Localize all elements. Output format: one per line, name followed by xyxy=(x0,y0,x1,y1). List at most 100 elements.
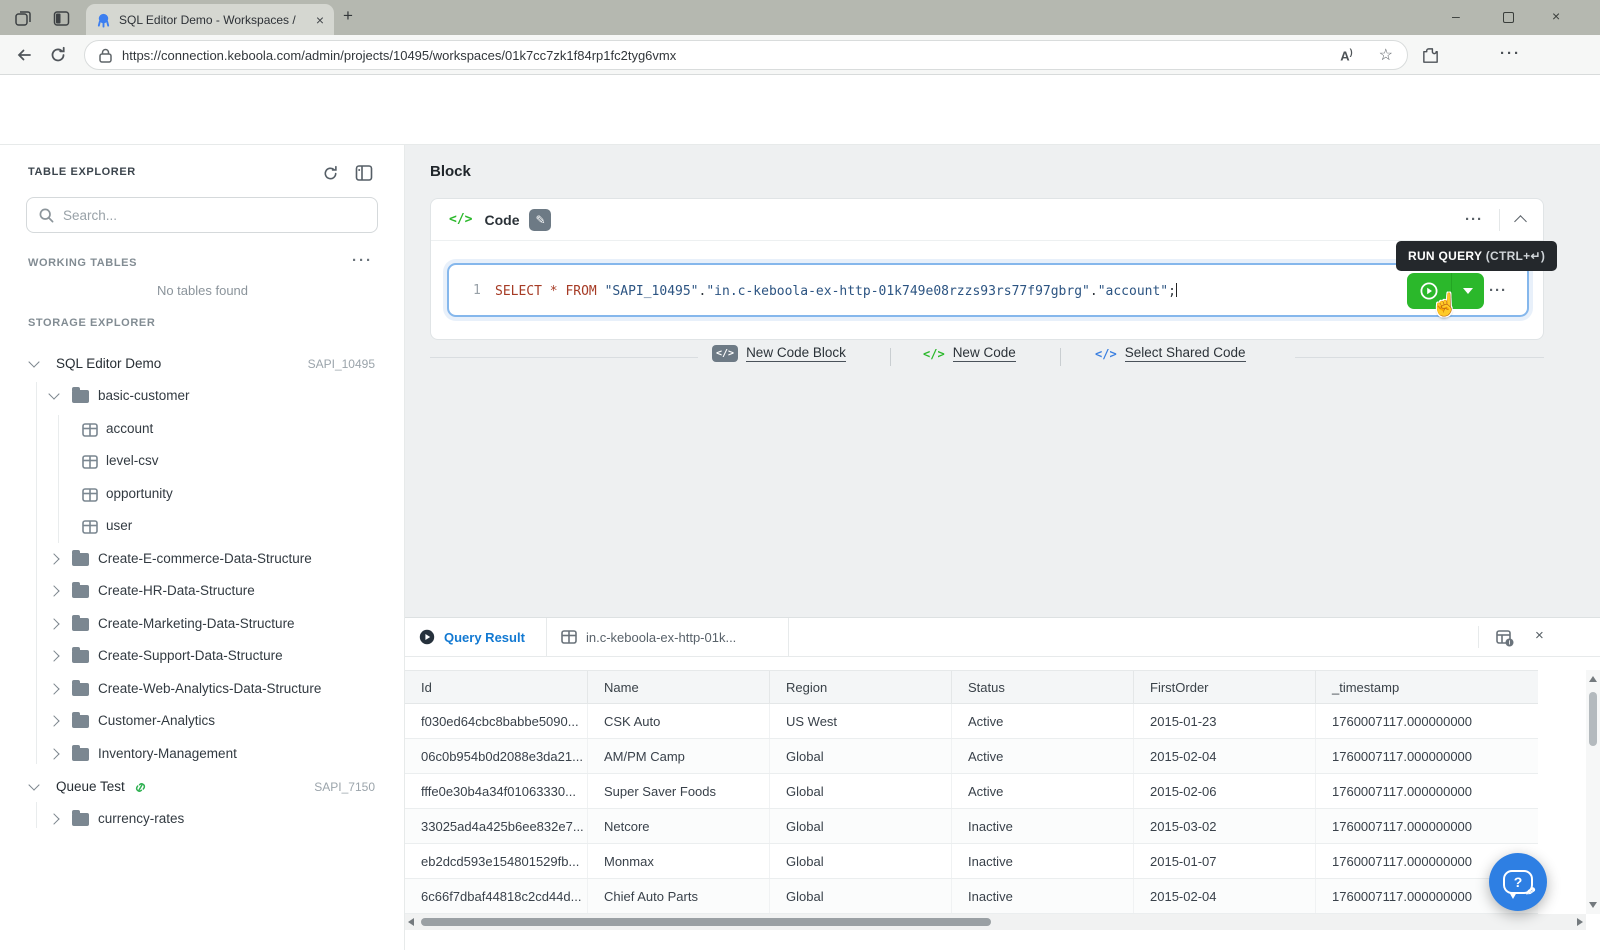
refresh-button[interactable] xyxy=(46,43,70,67)
chevron-down-icon[interactable] xyxy=(28,779,39,790)
column-header[interactable]: _timestamp xyxy=(1316,671,1538,703)
chevron-down-icon[interactable] xyxy=(48,388,59,399)
sql-code-line[interactable]: SELECT * FROM "SAPI_10495"."in.c-keboola… xyxy=(495,283,1177,299)
line-number: 1 xyxy=(473,283,481,298)
code-block-title: Code xyxy=(484,212,519,228)
chevron-right-icon[interactable] xyxy=(48,715,59,726)
table-row[interactable]: 06c0b954b0d2088e3da21...AM/PM CampGlobal… xyxy=(405,739,1538,774)
sql-editor[interactable]: 1 SELECT * FROM "SAPI_10495"."in.c-keboo… xyxy=(447,263,1529,317)
working-tables-menu-icon[interactable]: ··· xyxy=(352,252,373,269)
search-box[interactable] xyxy=(26,197,378,233)
chevron-right-icon[interactable] xyxy=(48,618,59,629)
help-chat-button[interactable]: ? ✎ xyxy=(1489,853,1547,911)
scroll-left-arrow[interactable] xyxy=(408,918,414,926)
column-header[interactable]: Name xyxy=(588,671,770,703)
tree-item-folder[interactable]: basic-customer xyxy=(0,380,405,412)
tree-item-folder[interactable]: Inventory-Management xyxy=(0,738,405,770)
table-row[interactable]: eb2dcd593e154801529fb...MonmaxGlobalInac… xyxy=(405,844,1538,879)
tree-item-table[interactable]: account xyxy=(0,413,405,445)
window-close-button[interactable]: × xyxy=(1552,8,1560,24)
tab-title: SQL Editor Demo - Workspaces / xyxy=(119,13,310,27)
table-icon xyxy=(82,423,98,437)
collapse-block-icon[interactable] xyxy=(1514,215,1527,228)
table-row[interactable]: 6c66f7dbaf44818c2cd44d...Chief Auto Part… xyxy=(405,879,1538,914)
folder-icon xyxy=(72,553,89,566)
new-code-block-link[interactable]: </> New Code Block xyxy=(712,345,846,362)
table-row[interactable]: 33025ad4a425b6ee832e7...NetcoreGlobalIna… xyxy=(405,809,1538,844)
scroll-up-arrow[interactable] xyxy=(1589,676,1597,682)
tree-item-folder[interactable]: currency-rates xyxy=(0,803,405,835)
vertical-tabs-icon[interactable] xyxy=(50,7,72,29)
table-row[interactable]: fffe0e30b4a34f01063330...Super Saver Foo… xyxy=(405,774,1538,809)
tab-close-icon[interactable]: × xyxy=(316,12,324,28)
window-maximize-button[interactable] xyxy=(1503,12,1514,23)
tree-item-folder[interactable]: Create-Support-Data-Structure xyxy=(0,640,405,672)
select-shared-code-link[interactable]: </> Select Shared Code xyxy=(1095,345,1246,362)
tree-item-bucket[interactable]: Queue Test SAPI_7150 xyxy=(0,771,405,803)
refresh-tables-icon[interactable] xyxy=(318,161,342,185)
tree-item-table[interactable]: opportunity xyxy=(0,478,405,510)
browser-tab[interactable]: SQL Editor Demo - Workspaces / × xyxy=(86,4,334,35)
folder-icon xyxy=(72,618,89,631)
close-results-icon[interactable]: × xyxy=(1535,627,1544,644)
column-header[interactable]: Region xyxy=(770,671,952,703)
code-block-card: </> Code ✎ ··· 1 SELECT * FROM "SAPI_104… xyxy=(430,198,1544,340)
horizontal-scroll-thumb[interactable] xyxy=(421,918,991,926)
tree-item-folder[interactable]: Create-Marketing-Data-Structure xyxy=(0,608,405,640)
browser-menu-icon[interactable]: ··· xyxy=(1500,45,1521,62)
column-header[interactable]: FirstOrder xyxy=(1134,671,1316,703)
chevron-right-icon[interactable] xyxy=(48,683,59,694)
table-info-icon[interactable]: i xyxy=(1493,626,1517,650)
column-header[interactable]: Id xyxy=(405,671,588,703)
tab-query-result[interactable]: Query Result xyxy=(405,618,547,656)
tab-overview-icon[interactable] xyxy=(12,7,34,29)
scroll-down-arrow[interactable] xyxy=(1589,902,1597,908)
divider-line xyxy=(1295,357,1544,358)
chevron-down-icon[interactable] xyxy=(28,356,39,367)
horizontal-scrollbar[interactable] xyxy=(405,914,1586,930)
chevron-right-icon[interactable] xyxy=(48,650,59,661)
divider-line xyxy=(1478,626,1479,648)
tree-item-table[interactable]: user xyxy=(0,510,405,542)
folder-icon xyxy=(72,585,89,598)
tree-item-folder[interactable]: Create-E-commerce-Data-Structure xyxy=(0,543,405,575)
url-text[interactable]: https://connection.keboola.com/admin/pro… xyxy=(122,48,1340,63)
chevron-right-icon[interactable] xyxy=(48,748,59,759)
vertical-scroll-thumb[interactable] xyxy=(1589,692,1597,746)
favorite-star-icon[interactable]: ☆ xyxy=(1379,45,1393,65)
read-aloud-icon[interactable]: A) xyxy=(1340,47,1352,63)
search-input[interactable] xyxy=(63,208,343,223)
new-tab-button[interactable]: + xyxy=(343,6,353,26)
tree-item-bucket[interactable]: SQL Editor Demo SAPI_10495 xyxy=(0,348,405,380)
code-block-menu-icon[interactable]: ··· xyxy=(1465,211,1483,228)
table-explorer-title: TABLE EXPLORER xyxy=(28,166,136,178)
tree-item-folder[interactable]: Create-HR-Data-Structure xyxy=(0,575,405,607)
tree-item-table[interactable]: level-csv xyxy=(0,445,405,477)
extensions-icon[interactable] xyxy=(1418,43,1442,67)
query-menu-icon[interactable]: ··· xyxy=(1489,282,1507,299)
tree-item-label: Create-E-commerce-Data-Structure xyxy=(98,551,312,566)
table-icon xyxy=(82,488,98,502)
new-code-link[interactable]: </> New Code xyxy=(923,345,1016,362)
table-row[interactable]: f030ed64cbc8babbe5090...CSK AutoUS WestA… xyxy=(405,704,1538,739)
chevron-right-icon[interactable] xyxy=(48,813,59,824)
collapse-panel-icon[interactable] xyxy=(352,161,376,185)
pen-icon: ✎ xyxy=(1522,885,1538,897)
chevron-right-icon[interactable] xyxy=(48,553,59,564)
scroll-right-arrow[interactable] xyxy=(1577,918,1583,926)
chevron-right-icon[interactable] xyxy=(48,585,59,596)
tree-item-label: SQL Editor Demo xyxy=(56,356,161,371)
column-header[interactable]: Status xyxy=(952,671,1134,703)
tree-item-folder[interactable]: Create-Web-Analytics-Data-Structure xyxy=(0,673,405,705)
code-block-header: </> Code ✎ ··· xyxy=(431,199,1543,241)
vertical-scrollbar[interactable] xyxy=(1586,670,1600,914)
folder-icon xyxy=(72,683,89,696)
query-result-panel: Query Result in.c-keboola-ex-http-01k...… xyxy=(405,617,1600,950)
link-icon xyxy=(133,781,148,794)
url-bar[interactable]: https://connection.keboola.com/admin/pro… xyxy=(84,40,1408,70)
tab-result-table[interactable]: in.c-keboola-ex-http-01k... xyxy=(547,618,789,656)
edit-code-icon[interactable]: ✎ xyxy=(529,209,551,231)
window-minimize-button[interactable]: – xyxy=(1452,8,1460,24)
back-button[interactable] xyxy=(12,43,36,67)
tree-item-folder[interactable]: Customer-Analytics xyxy=(0,705,405,737)
